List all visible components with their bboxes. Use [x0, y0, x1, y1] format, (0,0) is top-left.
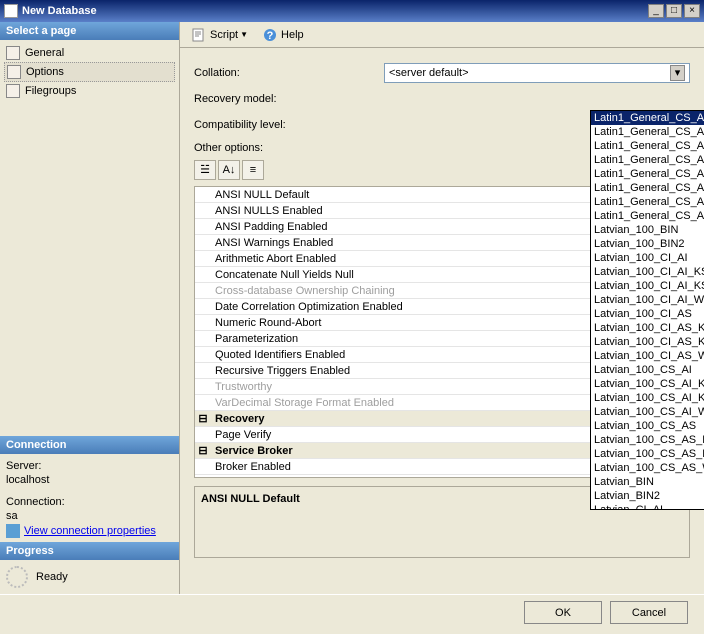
- dropdown-item[interactable]: Latin1_General_CS_AS_KS: [591, 181, 704, 195]
- chevron-down-icon[interactable]: ▾: [670, 65, 685, 81]
- props-button[interactable]: ≡: [242, 160, 264, 180]
- script-label: Script: [210, 29, 238, 41]
- app-icon: [4, 4, 18, 18]
- right-panel: Script ▼ ? Help Collation: <server defau…: [180, 22, 704, 594]
- page-general[interactable]: General: [4, 44, 175, 62]
- dropdown-item[interactable]: Latvian_CI_AI: [591, 503, 704, 509]
- window-title: New Database: [22, 5, 646, 17]
- description-title: ANSI NULL Default: [201, 493, 300, 505]
- page-icon: [7, 65, 21, 79]
- script-button[interactable]: Script ▼: [186, 24, 253, 46]
- dropdown-item[interactable]: Latvian_100_CS_AS_KS_WS: [591, 447, 704, 461]
- dropdown-item[interactable]: Latvian_100_BIN: [591, 223, 704, 237]
- recovery-label: Recovery model:: [194, 93, 384, 105]
- page-filegroups[interactable]: Filegroups: [4, 82, 175, 100]
- collation-value: <server default>: [389, 67, 469, 79]
- dropdown-item[interactable]: Latvian_100_CI_AI_KS_WS: [591, 279, 704, 293]
- server-label: Server:: [6, 460, 173, 472]
- dropdown-item[interactable]: Latvian_100_CI_AS_KS_WS: [591, 335, 704, 349]
- dropdown-item[interactable]: Latvian_100_BIN2: [591, 237, 704, 251]
- dropdown-item[interactable]: Latvian_100_CS_AS_KS: [591, 433, 704, 447]
- script-icon: [191, 27, 207, 43]
- dropdown-item[interactable]: Latvian_100_CS_AI_KS: [591, 377, 704, 391]
- dropdown-item[interactable]: Latvian_100_CS_AS: [591, 419, 704, 433]
- compat-label: Compatibility level:: [194, 119, 384, 131]
- dropdown-item[interactable]: Latvian_100_CS_AI: [591, 363, 704, 377]
- page-icon: [6, 46, 20, 60]
- dropdown-item[interactable]: Latvian_BIN2: [591, 489, 704, 503]
- dropdown-item[interactable]: Latin1_General_CS_AI_KS_WS: [591, 139, 704, 153]
- dropdown-item[interactable]: Latin1_General_CS_AS: [591, 167, 704, 181]
- connection-label: Connection:: [6, 496, 173, 508]
- sort-button[interactable]: A↓: [218, 160, 240, 180]
- collation-dropdown[interactable]: Latin1_General_CS_AILatin1_General_CS_AI…: [590, 110, 704, 510]
- help-label: Help: [281, 29, 304, 41]
- left-panel: Select a page General Options Filegroups…: [0, 22, 180, 594]
- dropdown-item[interactable]: Latvian_100_CS_AI_KS_WS: [591, 391, 704, 405]
- dropdown-item[interactable]: Latvian_100_CI_AS_WS: [591, 349, 704, 363]
- categorized-button[interactable]: ☱: [194, 160, 216, 180]
- dropdown-item[interactable]: Latin1_General_CS_AI_KS: [591, 125, 704, 139]
- server-value: localhost: [6, 474, 173, 486]
- dropdown-item[interactable]: Latvian_100_CI_AI_WS: [591, 293, 704, 307]
- page-label: Options: [26, 66, 64, 78]
- page-options[interactable]: Options: [4, 62, 175, 82]
- dropdown-item[interactable]: Latin1_General_CS_AS_KS_WS: [591, 195, 704, 209]
- dropdown-item[interactable]: Latvian_100_CI_AI: [591, 251, 704, 265]
- view-connection-properties-link[interactable]: View connection properties: [24, 525, 156, 537]
- help-icon: ?: [262, 27, 278, 43]
- dropdown-item[interactable]: Latvian_100_CI_AI_KS: [591, 265, 704, 279]
- chevron-down-icon: ▼: [240, 30, 248, 39]
- close-button[interactable]: ×: [684, 4, 700, 18]
- cancel-button[interactable]: Cancel: [610, 601, 688, 624]
- dropdown-item[interactable]: Latin1_General_CS_AI: [591, 111, 704, 125]
- help-button[interactable]: ? Help: [257, 24, 309, 46]
- svg-text:?: ?: [267, 30, 274, 42]
- collation-label: Collation:: [194, 67, 384, 79]
- page-label: Filegroups: [25, 85, 76, 97]
- progress-header: Progress: [0, 542, 179, 560]
- minimize-button[interactable]: _: [648, 4, 664, 18]
- connection-header: Connection: [0, 436, 179, 454]
- collation-combo[interactable]: <server default> ▾: [384, 63, 690, 83]
- page-label: General: [25, 47, 64, 59]
- dropdown-item[interactable]: Latvian_100_CI_AS: [591, 307, 704, 321]
- connection-value: sa: [6, 510, 173, 522]
- ok-button[interactable]: OK: [524, 601, 602, 624]
- progress-ring-icon: [6, 566, 28, 588]
- title-bar: New Database _ □ ×: [0, 0, 704, 22]
- select-page-header: Select a page: [0, 22, 179, 40]
- dropdown-item[interactable]: Latvian_100_CS_AS_WS: [591, 461, 704, 475]
- dropdown-item[interactable]: Latvian_100_CS_AI_WS: [591, 405, 704, 419]
- dropdown-item[interactable]: Latvian_100_CI_AS_KS: [591, 321, 704, 335]
- dropdown-item[interactable]: Latvian_BIN: [591, 475, 704, 489]
- maximize-button[interactable]: □: [666, 4, 682, 18]
- progress-status: Ready: [36, 571, 68, 583]
- dropdown-item[interactable]: Latin1_General_CS_AI_WS: [591, 153, 704, 167]
- page-icon: [6, 84, 20, 98]
- link-icon: [6, 524, 20, 538]
- dropdown-item[interactable]: Latin1_General_CS_AS_WS: [591, 209, 704, 223]
